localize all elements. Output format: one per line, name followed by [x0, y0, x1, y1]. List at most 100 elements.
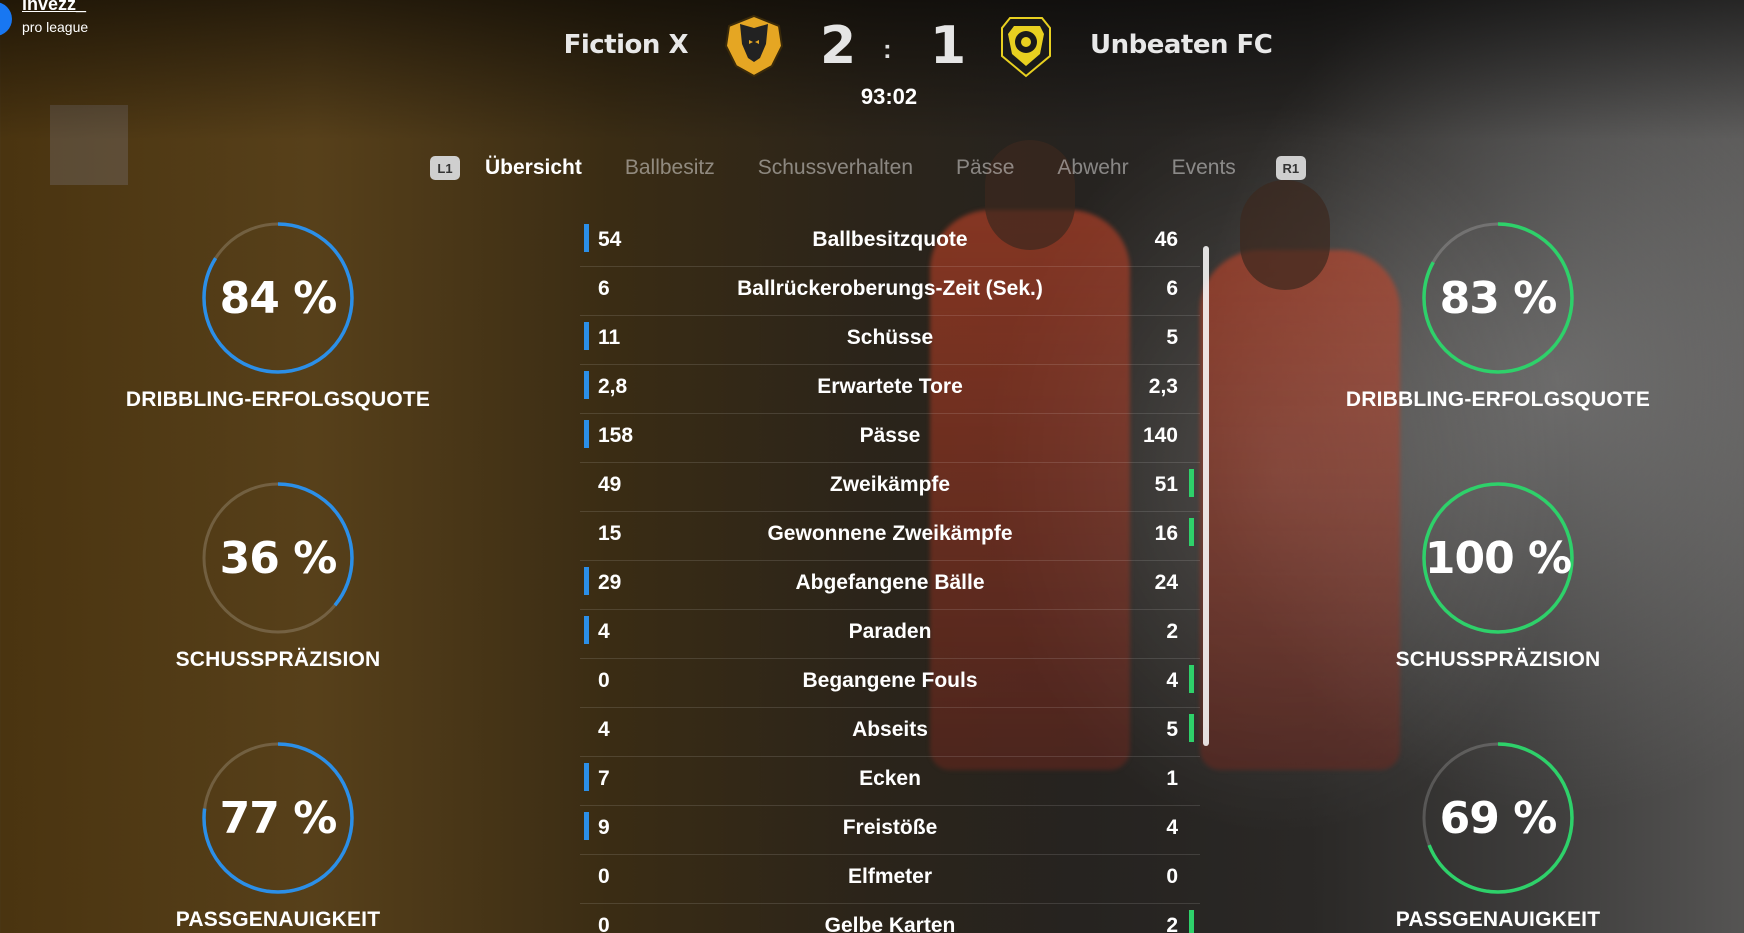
ring-value: 83 % — [1439, 272, 1558, 324]
stat-row: 2,8 Erwartete Tore 2,3 — [580, 365, 1200, 414]
stat-away-value: 2,3 — [1148, 375, 1178, 398]
streamer-subtitle: pro league — [22, 19, 89, 35]
stat-name: Ecken — [859, 767, 921, 790]
stat-home-value: 4 — [598, 718, 610, 741]
stat-name: Gelbe Karten — [824, 914, 956, 933]
stat-home-value: 4 — [598, 620, 610, 643]
stats-scrollbar[interactable] — [1203, 246, 1209, 746]
stat-home-value: 29 — [598, 571, 622, 594]
home-leader-indicator — [584, 371, 589, 399]
stat-row: 0 Begangene Fouls 4 — [580, 659, 1200, 708]
stat-name: Begangene Fouls — [802, 669, 978, 692]
stat-row: 4 Abseits 5 — [580, 708, 1200, 757]
stats-tab-bar: L1 Übersicht Ballbesitz Schussverhalten … — [430, 150, 1306, 186]
stat-home-value: 11 — [598, 326, 621, 349]
stat-away-value: 16 — [1154, 522, 1178, 545]
ring-label: DRIBBLING-ERFOLGSQUOTE — [125, 388, 431, 411]
away-shot-accuracy-ring: 100 % SCHUSSPRÄZISION — [1328, 480, 1668, 672]
streamer-avatar — [0, 2, 12, 36]
home-leader-indicator — [584, 322, 589, 350]
ring-label: SCHUSSPRÄZISION — [175, 648, 381, 671]
stat-row: 0 Elfmeter 0 — [580, 855, 1200, 904]
stat-row: 49 Zweikämpfe 51 — [580, 463, 1200, 512]
stat-name: Zweikämpfe — [829, 473, 951, 496]
tab-shooting[interactable]: Schussverhalten — [758, 156, 913, 180]
ring-value: 100 % — [1424, 532, 1572, 584]
away-leader-indicator — [1189, 665, 1194, 693]
stat-name: Abseits — [852, 718, 928, 741]
ring-label: DRIBBLING-ERFOLGSQUOTE — [1345, 388, 1651, 411]
stat-home-value: 7 — [598, 767, 610, 790]
away-pass-accuracy-ring: 69 % PASSGENAUIGKEIT — [1328, 740, 1668, 932]
stat-away-value: 1 — [1166, 767, 1178, 790]
stat-away-value: 4 — [1166, 669, 1178, 692]
stat-row: 7 Ecken 1 — [580, 757, 1200, 806]
stat-away-value: 51 — [1154, 473, 1178, 496]
streamer-name[interactable]: invezz_ — [22, 0, 86, 15]
ring-value: 77 % — [219, 792, 338, 844]
stat-away-value: 5 — [1166, 718, 1178, 741]
stat-name: Freistöße — [842, 816, 938, 839]
ring-value: 69 % — [1439, 792, 1558, 844]
stat-name: Abgefangene Bälle — [795, 571, 985, 594]
tab-passing[interactable]: Pässe — [956, 156, 1014, 180]
ring-label: PASSGENAUIGKEIT — [1395, 908, 1601, 931]
away-team-name: Unbeaten FC — [1090, 30, 1273, 60]
stat-name: Schüsse — [846, 326, 934, 349]
stat-row: 4 Paraden 2 — [580, 610, 1200, 659]
ring-value: 36 % — [219, 532, 338, 584]
stat-away-value: 0 — [1166, 865, 1178, 888]
stat-row: 11 Schüsse 5 — [580, 316, 1200, 365]
stat-row: 29 Abgefangene Bälle 24 — [580, 561, 1200, 610]
stat-away-value: 2 — [1166, 620, 1178, 643]
stat-home-value: 9 — [598, 816, 610, 839]
stat-name: Gewonnene Zweikämpfe — [767, 522, 1013, 545]
top-shade — [0, 0, 1744, 140]
home-team-name: Fiction X — [563, 30, 689, 60]
tab-possession[interactable]: Ballbesitz — [625, 156, 715, 180]
stat-home-value: 0 — [598, 914, 610, 933]
home-leader-indicator — [584, 763, 589, 791]
away-leader-indicator — [1189, 714, 1194, 742]
home-leader-indicator — [584, 812, 589, 840]
stat-away-value: 6 — [1166, 277, 1178, 300]
match-clock: 93:02 — [860, 84, 918, 109]
away-score: 1 — [930, 16, 967, 76]
tab-defending[interactable]: Abwehr — [1057, 156, 1128, 180]
home-leader-indicator — [584, 224, 589, 252]
stat-row: 54 Ballbesitzquote 46 — [580, 218, 1200, 267]
home-shot-accuracy-ring: 36 % SCHUSSPRÄZISION — [108, 480, 448, 672]
background-window — [50, 105, 128, 185]
home-score: 2 — [820, 16, 857, 76]
away-leader-indicator — [1189, 910, 1194, 933]
home-leader-indicator — [584, 567, 589, 595]
stat-away-value: 5 — [1166, 326, 1178, 349]
score-separator: : — [883, 34, 892, 64]
l1-bumper-icon[interactable]: L1 — [430, 156, 460, 180]
stat-home-value: 158 — [598, 424, 634, 447]
stat-row: 9 Freistöße 4 — [580, 806, 1200, 855]
stat-home-value: 6 — [598, 277, 610, 300]
stat-name: Ballbesitzquote — [812, 228, 968, 251]
home-leader-indicator — [584, 420, 589, 448]
stat-row: 6 Ballrückeroberungs-Zeit (Sek.) 6 — [580, 267, 1200, 316]
lion-shield-crest-icon — [1001, 17, 1051, 78]
stat-away-value: 24 — [1154, 571, 1178, 594]
stat-home-value: 0 — [598, 669, 610, 692]
home-pass-accuracy-ring: 77 % PASSGENAUIGKEIT — [108, 740, 448, 932]
stat-name: Ballrückeroberungs-Zeit (Sek.) — [737, 277, 1043, 300]
stat-away-value: 140 — [1142, 424, 1178, 447]
stat-name: Pässe — [859, 424, 921, 447]
stat-row: 0 Gelbe Karten 2 — [580, 904, 1200, 933]
stat-away-value: 46 — [1154, 228, 1178, 251]
stat-home-value: 2,8 — [598, 375, 628, 398]
tab-overview[interactable]: Übersicht — [485, 156, 582, 180]
stat-row: 158 Pässe 140 — [580, 414, 1200, 463]
away-leader-indicator — [1189, 518, 1194, 546]
stat-home-value: 49 — [598, 473, 622, 496]
away-dribbling-ring: 83 % DRIBBLING-ERFOLGSQUOTE — [1328, 220, 1668, 412]
r1-bumper-icon[interactable]: R1 — [1275, 156, 1306, 180]
stat-home-value: 15 — [598, 522, 622, 545]
tab-events[interactable]: Events — [1172, 156, 1236, 180]
stat-away-value: 2 — [1166, 914, 1178, 933]
